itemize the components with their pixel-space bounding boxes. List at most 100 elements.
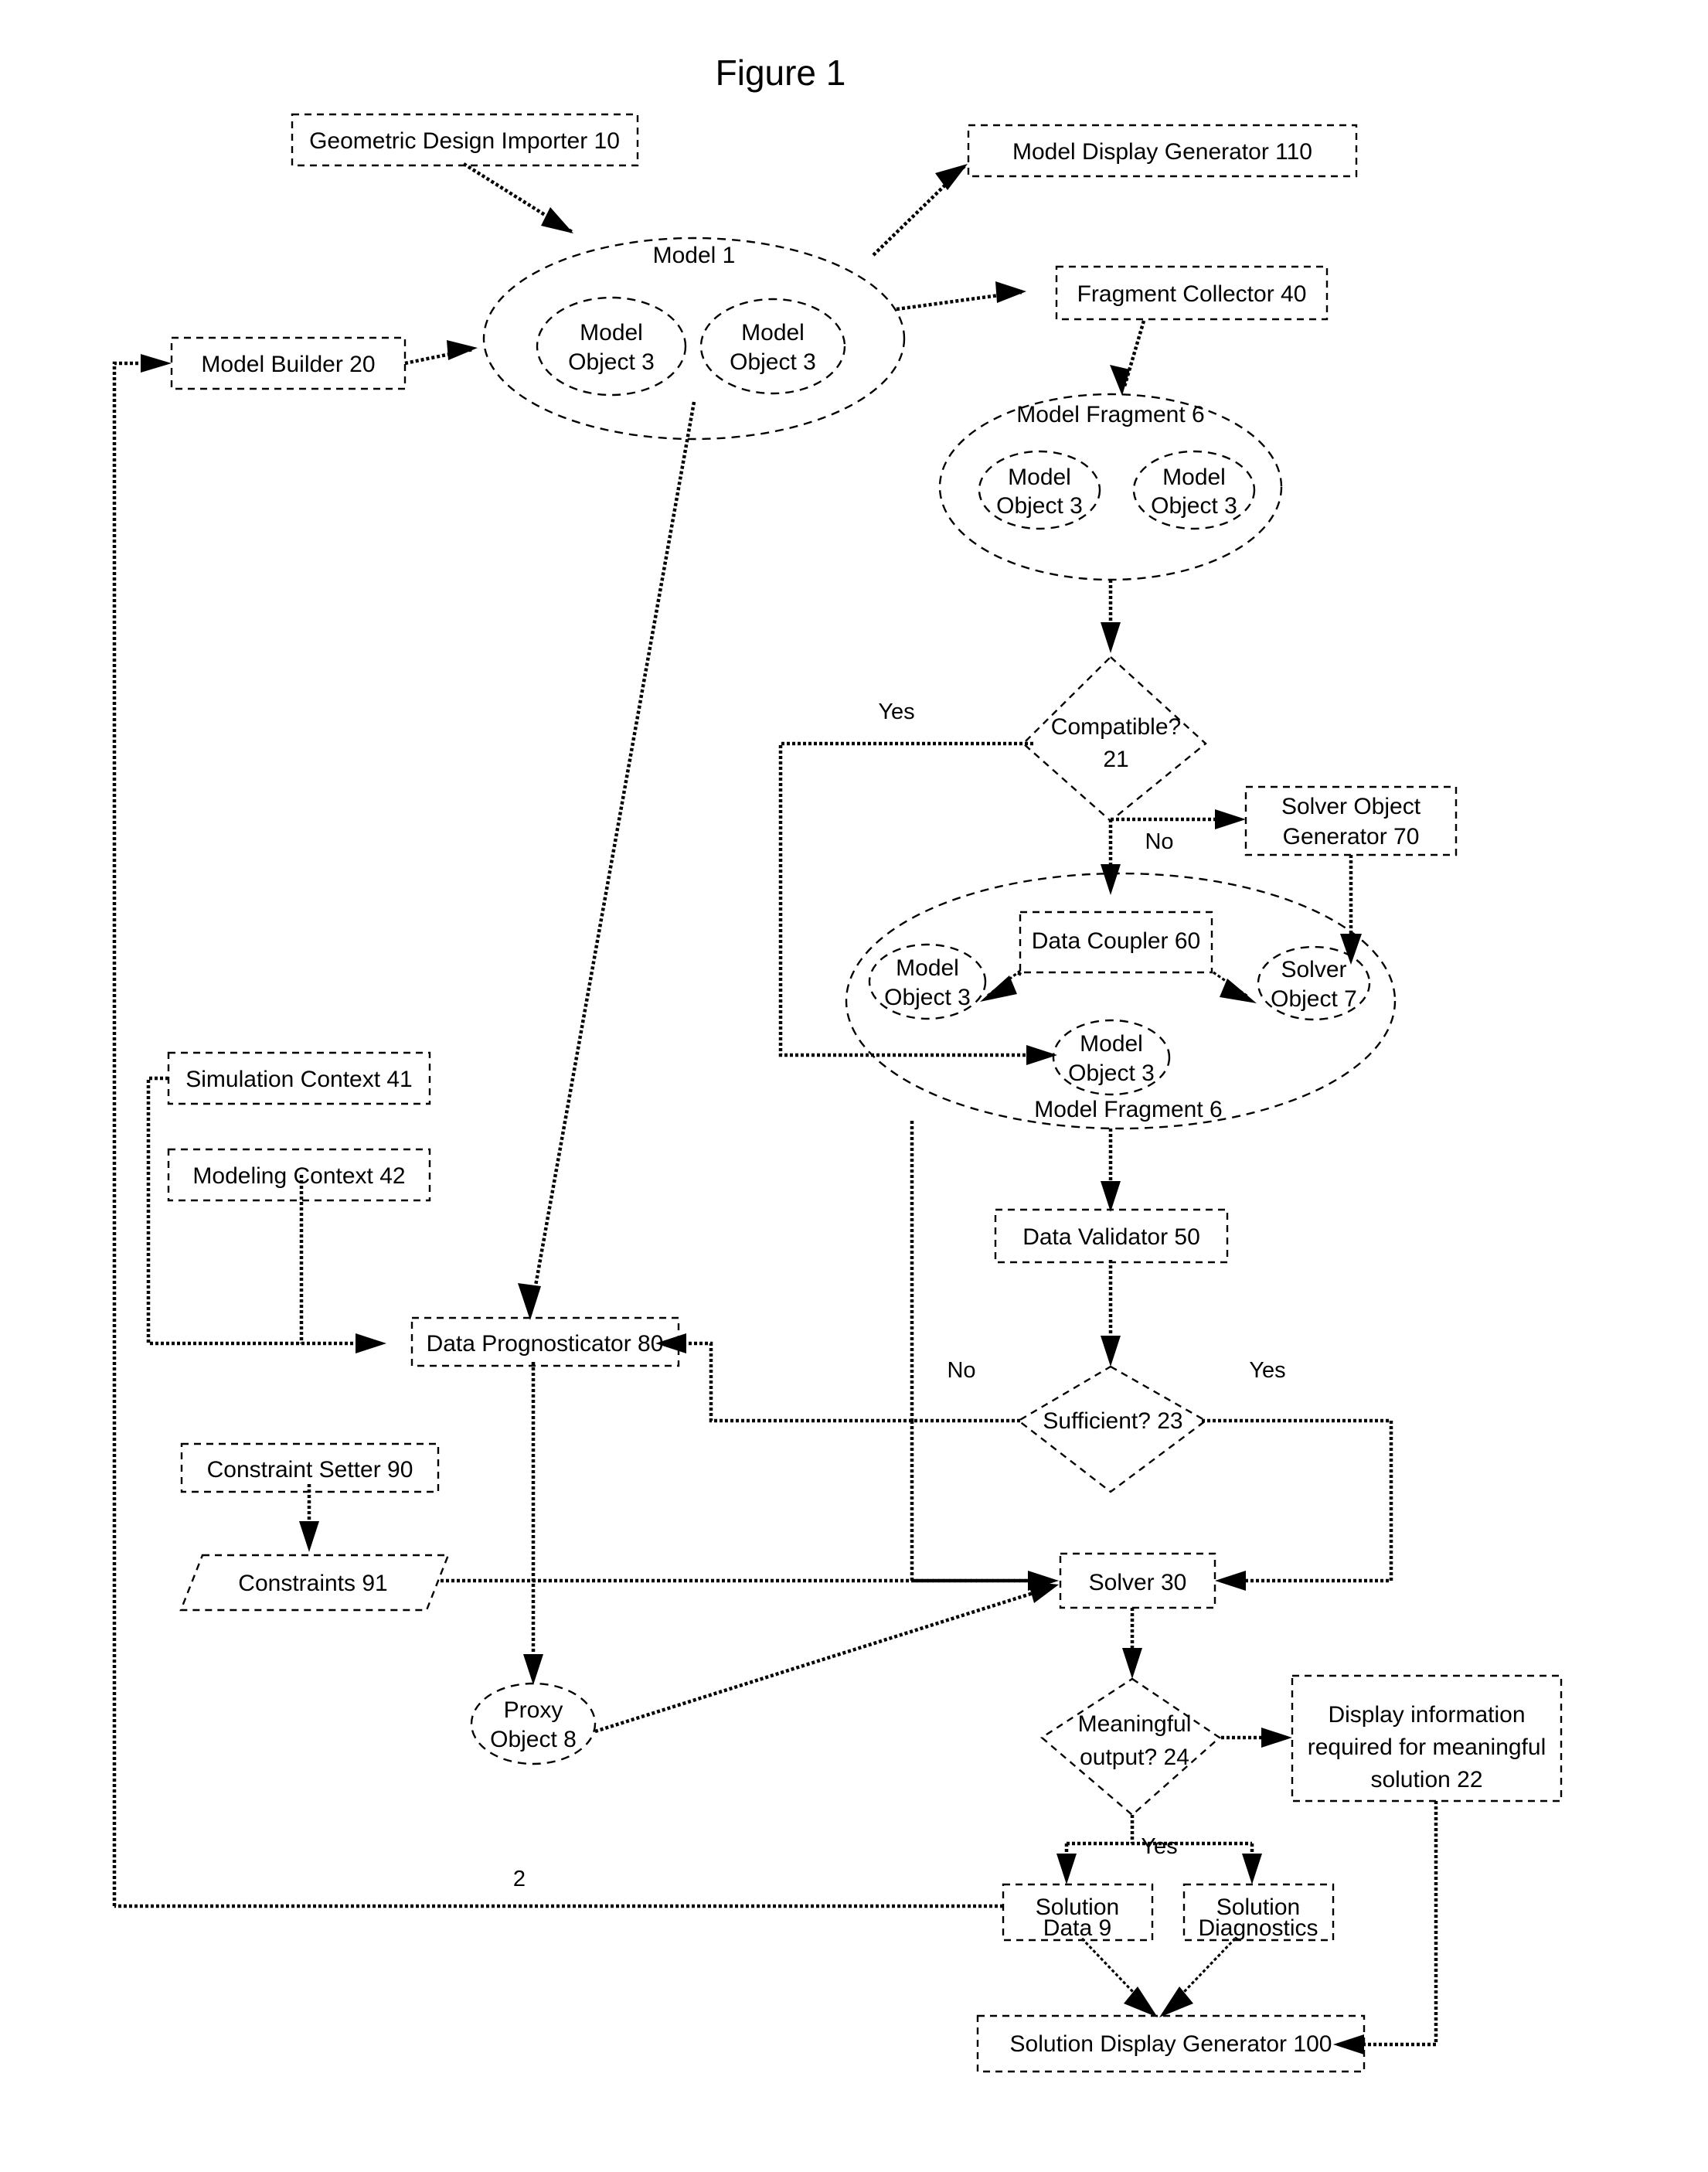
node-sufficient-decision[interactable]: Sufficient? 23: [1016, 1365, 1208, 1493]
arrowhead-yes-solutiondiagnostics: [1242, 1854, 1262, 1884]
model-display-generator-label: Model Display Generator 110: [1012, 139, 1312, 165]
node-meaningful-output-decision[interactable]: Meaningful output? 24: [1039, 1677, 1221, 1816]
compatible-label-line2: 21: [1103, 747, 1128, 772]
model-object-3-a-line2: Object 3: [568, 349, 655, 375]
mf2-solver-object-7-line2: Object 7: [1271, 986, 1357, 1012]
arrowhead-yes-solutiondata: [1056, 1854, 1077, 1884]
arrowhead-coupler-solverobject: [1220, 979, 1257, 1003]
model-object-3-b-line1: Model: [741, 320, 805, 346]
proxy-object-8-line1: Proxy: [504, 1697, 563, 1723]
arrowhead-diagnostics-displaygen: [1159, 1986, 1193, 2017]
mf-object-3-a-line2: Object 3: [996, 493, 1083, 519]
display-information-line1: Display information: [1328, 1702, 1525, 1728]
edge-proxy-to-solver: [594, 1590, 1036, 1734]
arrowhead-prognosticator-proxy: [523, 1654, 543, 1685]
node-model-builder[interactable]: Model Builder 20: [170, 336, 407, 390]
model-object-3-a-line1: Model: [580, 320, 643, 346]
arrowhead-feedback-modelbuilder: [141, 354, 172, 373]
arrowhead-sufficient-yes: [1215, 1571, 1246, 1591]
meaningful-output-line1: Meaningful: [1078, 1711, 1192, 1737]
model-object-3-b-line2: Object 3: [730, 349, 816, 375]
flowchart-svg: Figure 1 Geometric Design Importer 10 Mo…: [112, 53, 1563, 2073]
node-constraints[interactable]: Constraints 91: [179, 1554, 450, 1612]
node-modeling-context[interactable]: Modeling Context 42: [167, 1148, 431, 1202]
node-data-validator[interactable]: Data Validator 50: [994, 1208, 1229, 1264]
data-prognosticator-label: Data Prognosticator 80: [427, 1331, 664, 1357]
mf-object-3-b-line2: Object 3: [1151, 493, 1237, 519]
node-geometric-design-importer[interactable]: Geometric Design Importer 10: [291, 113, 639, 167]
constraints-label: Constraints 91: [238, 1571, 387, 1596]
model-object-3-b-ellipse[interactable]: [699, 298, 846, 395]
node-model-object-3-b[interactable]: Model Object 3: [699, 298, 846, 395]
model-fragment-6-bottom-label: Model Fragment 6: [1034, 1097, 1222, 1122]
system-reference-label: 2: [513, 1867, 526, 1891]
arrowhead-meaningful-displayinfo: [1261, 1728, 1292, 1748]
arrowhead-modelfragment2-validator: [1101, 1181, 1121, 1212]
connector-layer: [112, 162, 1438, 2055]
constraint-setter-label: Constraint Setter 90: [207, 1457, 413, 1483]
edge-label-compatible-yes: Yes: [878, 700, 914, 724]
node-data-coupler[interactable]: Data Coupler 60: [1019, 911, 1213, 974]
arrowhead-model-fragcollector: [995, 281, 1026, 303]
node-compatible-decision[interactable]: Compatible? 21: [1022, 655, 1207, 822]
display-information-line2: required for meaningful: [1308, 1735, 1546, 1760]
arrowhead-compatible-no: [1215, 809, 1246, 829]
node-display-information[interactable]: Display information required for meaning…: [1291, 1674, 1563, 1803]
node-model-display-generator[interactable]: Model Display Generator 110: [967, 124, 1358, 178]
arrowhead-importer-model: [541, 207, 573, 233]
arrowhead-displayinfo-solutiondisplaygen: [1333, 2034, 1364, 2055]
mf2-model-object-3-lower-line2: Object 3: [1068, 1060, 1155, 1086]
mf-object-3-b-line1: Model: [1162, 465, 1226, 490]
figure-canvas: Figure 1 Geometric Design Importer 10 Mo…: [0, 0, 1708, 2172]
edge-label-sufficient-no: No: [947, 1358, 975, 1383]
node-mf2-model-object-3[interactable]: Model Object 3: [868, 943, 987, 1020]
mf-object-3-a-line1: Model: [1008, 465, 1071, 490]
edge-feedback-to-modelbuilder: [112, 361, 147, 1906]
node-fragment-collector[interactable]: Fragment Collector 40: [1055, 265, 1329, 321]
node-model-fragment-6-top[interactable]: Model Fragment 6 Model Object 3 Model Ob…: [938, 393, 1283, 581]
model-object-3-a-ellipse[interactable]: [536, 296, 687, 397]
fragment-collector-label: Fragment Collector 40: [1077, 281, 1307, 307]
solution-data-line2: Data 9: [1043, 1915, 1111, 1941]
figure-title: Figure 1: [716, 53, 846, 93]
arrowhead-modelbuilder-model: [447, 340, 478, 360]
node-proxy-object-8[interactable]: Proxy Object 8: [470, 1682, 597, 1765]
edge-displayinfo-to-solutiondisplaygen: [1354, 1801, 1438, 2047]
arrowhead-model-displaygen: [935, 164, 968, 190]
model-builder-label: Model Builder 20: [201, 352, 375, 377]
mf2-model-object-3-lower-line1: Model: [1080, 1031, 1143, 1057]
edge-label-compatible-no: No: [1145, 829, 1173, 854]
arrowhead-modelfragment-compatible: [1101, 622, 1121, 653]
arrowhead-simcontext-prognosticator: [356, 1333, 386, 1353]
proxy-object-8-line2: Object 8: [490, 1727, 577, 1752]
node-model-object-3-a[interactable]: Model Object 3: [536, 296, 687, 397]
solution-display-generator-label: Solution Display Generator 100: [1010, 2031, 1332, 2057]
arrowhead-proxy-solver: [1028, 1581, 1059, 1603]
node-mf-object-3-a[interactable]: Model Object 3: [978, 450, 1101, 530]
data-validator-label: Data Validator 50: [1022, 1224, 1200, 1250]
node-solution-display-generator[interactable]: Solution Display Generator 100: [976, 2014, 1366, 2073]
mf2-model-object-3-line2: Object 3: [884, 985, 971, 1010]
edge-model-to-prognosticator: [531, 401, 696, 1299]
node-mf-object-3-b[interactable]: Model Object 3: [1132, 450, 1256, 530]
node-mf2-model-object-3-lower[interactable]: Model Object 3: [1052, 1019, 1171, 1096]
compatible-label-line1: Compatible?: [1051, 714, 1181, 740]
node-model-fragment-6-bottom[interactable]: Model Fragment 6 Data Coupler 60 Model O…: [845, 872, 1397, 1130]
edge-sufficient-yes-to-solver: [1202, 1418, 1393, 1583]
sufficient-label: Sufficient? 23: [1043, 1408, 1182, 1434]
solver-object-generator-line1: Solver Object: [1281, 794, 1421, 819]
solver-object-generator-line2: Generator 70: [1283, 824, 1420, 849]
solver-label: Solver 30: [1089, 1570, 1187, 1595]
data-coupler-label: Data Coupler 60: [1032, 928, 1200, 954]
node-data-prognosticator[interactable]: Data Prognosticator 80: [410, 1316, 680, 1367]
model-1-label: Model 1: [653, 243, 736, 268]
node-simulation-context[interactable]: Simulation Context 41: [167, 1051, 431, 1105]
node-solver-object-generator[interactable]: Solver Object Generator 70: [1244, 785, 1458, 856]
node-solution-diagnostics[interactable]: Solution Diagnostics: [1182, 1883, 1335, 1942]
node-solution-data[interactable]: Solution Data 9: [1002, 1883, 1154, 1942]
meaningful-output-line2: output? 24: [1080, 1745, 1189, 1770]
edge-simcontext-to-prognosticator: [146, 1076, 363, 1346]
arrowhead-constraintsetter-constraints: [299, 1521, 319, 1552]
node-solver[interactable]: Solver 30: [1059, 1552, 1216, 1609]
edge-no-branch-down-to-solver: [910, 1421, 1036, 1583]
